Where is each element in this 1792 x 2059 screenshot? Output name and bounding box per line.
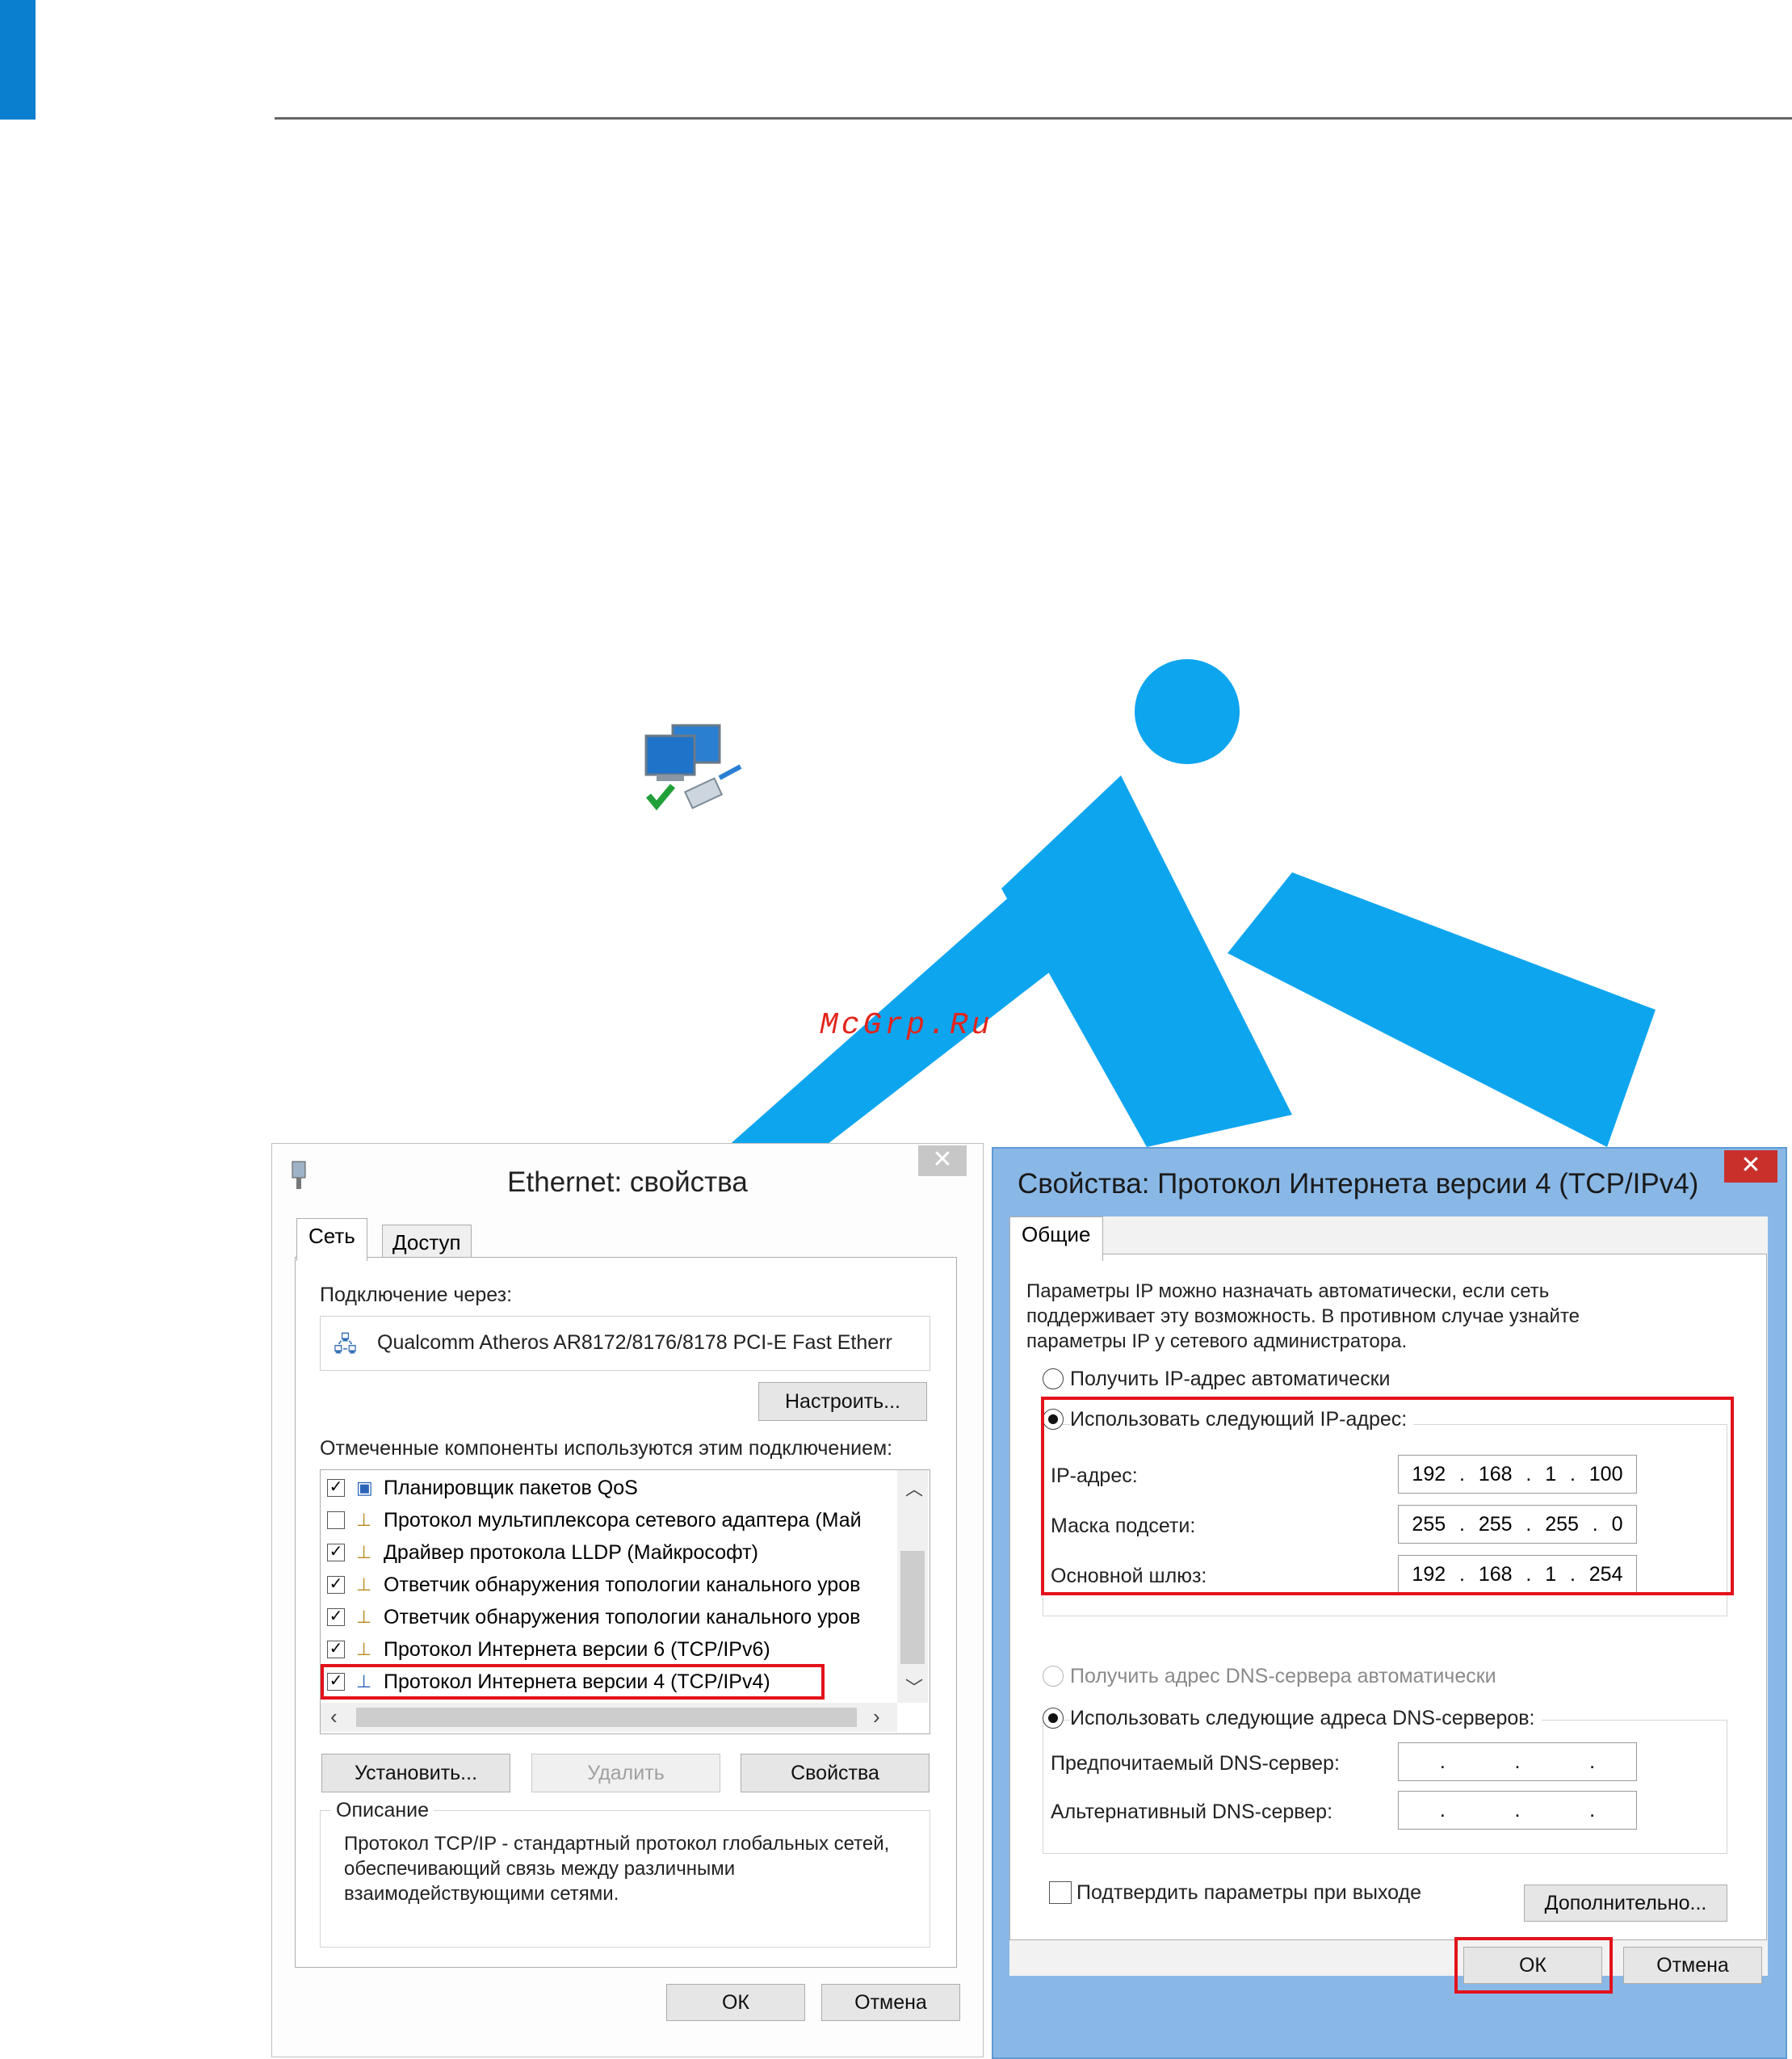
header-rule <box>275 117 1792 120</box>
connect-via-label: Подключение через: <box>320 1284 513 1306</box>
list-item-label: Драйвер протокола LLDP (Майкрософт) <box>384 1540 758 1564</box>
octet-dot: . <box>1439 1750 1446 1773</box>
list-item[interactable]: ⊥ Протокол мультиплексора сетевого адапт… <box>327 1504 892 1536</box>
list-item-label: Протокол Интернета версии 6 (TCP/IPv6) <box>384 1637 770 1661</box>
octet-dot: . <box>1514 1798 1521 1822</box>
list-item[interactable]: ✓ ⊥ Драйвер протокола LLDP (Майкрософт) <box>327 1536 892 1569</box>
remove-button[interactable]: Удалить <box>531 1754 720 1792</box>
protocol-icon: ⊥ <box>356 1542 372 1562</box>
horizontal-scrollbar[interactable]: ‹ › <box>321 1703 897 1732</box>
octet-dot: . <box>1514 1750 1521 1773</box>
ok-button[interactable]: ОК <box>666 1984 805 2021</box>
components-label: Отмеченные компоненты используются этим … <box>320 1437 893 1460</box>
page-accent-bar <box>0 0 36 120</box>
radio-auto-dns-label: Получить адрес DNS-сервера автоматически <box>1070 1665 1496 1687</box>
validate-checkbox[interactable] <box>1049 1881 1072 1904</box>
radio-auto-dns[interactable] <box>1043 1666 1064 1687</box>
alternate-dns-field[interactable]: ... <box>1398 1791 1637 1830</box>
cancel-button[interactable]: Отмена <box>1623 1947 1762 1984</box>
chevron-down-icon[interactable]: ﹀ <box>905 1674 923 1700</box>
radio-manual-dns-label: Использовать следующие адреса DNS-сервер… <box>1070 1707 1542 1730</box>
close-button[interactable]: ✕ <box>1724 1150 1777 1183</box>
intro-text: Параметры IP можно назначать автоматичес… <box>1026 1280 1580 1352</box>
network-tab-panel: Подключение через: 🖧 Qualcomm Atheros AR… <box>295 1257 957 1968</box>
checkbox[interactable]: ✓ <box>327 1544 345 1561</box>
list-item[interactable]: ✓ ⊥ Протокол Интернета версии 6 (TCP/IPv… <box>327 1633 892 1666</box>
highlight-ok <box>1454 1937 1613 1994</box>
checkbox[interactable]: ✓ <box>327 1479 345 1497</box>
octet-dot: . <box>1589 1798 1596 1822</box>
cancel-button[interactable]: Отмена <box>821 1984 960 2021</box>
protocol-icon: ⊥ <box>356 1607 372 1627</box>
octet-dot: . <box>1439 1798 1446 1822</box>
network-connection-icon <box>644 724 742 811</box>
protocol-icon: ⊥ <box>356 1574 372 1595</box>
close-button[interactable]: ✕ <box>918 1145 967 1176</box>
watermark-shape <box>727 775 1656 1147</box>
dns-group <box>1043 1720 1727 1854</box>
description-text: Протокол TCP/IP - стандартный протокол г… <box>344 1833 890 1905</box>
description-label: Описание <box>331 1799 434 1822</box>
chevron-right-icon[interactable]: › <box>873 1704 880 1729</box>
validate-checkbox-label: Подтвердить параметры при выходе <box>1076 1881 1422 1904</box>
adapter-name: Qualcomm Atheros AR8172/8176/8178 PCI-E … <box>377 1331 892 1354</box>
checkbox[interactable] <box>327 1511 345 1529</box>
advanced-button[interactable]: Дополнительно... <box>1524 1885 1727 1922</box>
chevron-left-icon[interactable]: ‹ <box>330 1704 338 1729</box>
configure-button[interactable]: Настроить... <box>758 1382 927 1421</box>
vertical-scrollbar[interactable]: ︿ ﹀ <box>897 1470 928 1703</box>
highlight-ipv4 <box>321 1664 825 1700</box>
window-title: Ethernet: свойства <box>507 1166 748 1198</box>
window-title: Свойства: Протокол Интернета версии 4 (T… <box>1018 1168 1699 1200</box>
radio-manual-dns[interactable] <box>1043 1708 1064 1729</box>
list-item-label: Планировщик пакетов QoS <box>384 1476 638 1499</box>
alternate-dns-label: Альтернативный DNS-сервер: <box>1051 1801 1333 1823</box>
dialog-body: Общие Параметры IP можно назначать автом… <box>1009 1216 1768 1994</box>
list-item-label: Ответчик обнаружения топологии канальног… <box>384 1605 861 1628</box>
list-item-label: Протокол мультиплексора сетевого адаптер… <box>384 1508 862 1532</box>
install-button[interactable]: Установить... <box>321 1754 510 1792</box>
tab-general[interactable]: Общие <box>1009 1216 1103 1261</box>
ipv4-properties-window: Свойства: Протокол Интернета версии 4 (T… <box>992 1147 1787 2059</box>
h-scrollbar-thumb[interactable] <box>356 1708 857 1727</box>
general-tab-panel: Параметры IP можно назначать автоматичес… <box>1009 1254 1767 1940</box>
list-item[interactable]: ✓ ▣ Планировщик пакетов QoS <box>327 1472 892 1504</box>
checkbox[interactable]: ✓ <box>327 1576 345 1594</box>
components-list[interactable]: ✓ ▣ Планировщик пакетов QoS ⊥ Протокол м… <box>320 1469 930 1734</box>
adapter-box: 🖧 Qualcomm Atheros AR8172/8176/8178 PCI-… <box>320 1316 930 1371</box>
watermark-dot <box>1135 659 1240 764</box>
properties-button[interactable]: Свойства <box>741 1754 930 1792</box>
adapter-icon: 🖧 <box>334 1332 357 1356</box>
protocol-icon: ⊥ <box>356 1510 372 1530</box>
radio-auto-ip[interactable] <box>1043 1368 1064 1389</box>
tab-network[interactable]: Сеть <box>296 1218 367 1261</box>
preferred-dns-label: Предпочитаемый DNS-сервер: <box>1051 1752 1340 1775</box>
qos-icon: ▣ <box>356 1477 373 1498</box>
highlight-manual-ip <box>1041 1397 1734 1595</box>
list-item[interactable]: ✓ ⊥ Ответчик обнаружения топологии канал… <box>327 1601 892 1633</box>
checkbox[interactable]: ✓ <box>327 1608 345 1626</box>
list-item-label: Ответчик обнаружения топологии канальног… <box>384 1573 861 1596</box>
list-item[interactable]: ✓ ⊥ Ответчик обнаружения топологии канал… <box>327 1569 892 1601</box>
preferred-dns-field[interactable]: ... <box>1398 1742 1637 1781</box>
chevron-up-icon[interactable]: ︿ <box>905 1475 923 1501</box>
octet-dot: . <box>1589 1750 1596 1773</box>
radio-auto-ip-label: Получить IP-адрес автоматически <box>1070 1368 1391 1390</box>
scrollbar-thumb[interactable] <box>900 1551 925 1664</box>
ethernet-properties-window: Ethernet: свойства ✕ Сеть Доступ Подключ… <box>271 1143 984 2057</box>
protocol-icon: ⊥ <box>356 1639 372 1659</box>
watermark-text: McGrp.Ru <box>820 1008 993 1043</box>
checkbox[interactable]: ✓ <box>327 1641 345 1658</box>
